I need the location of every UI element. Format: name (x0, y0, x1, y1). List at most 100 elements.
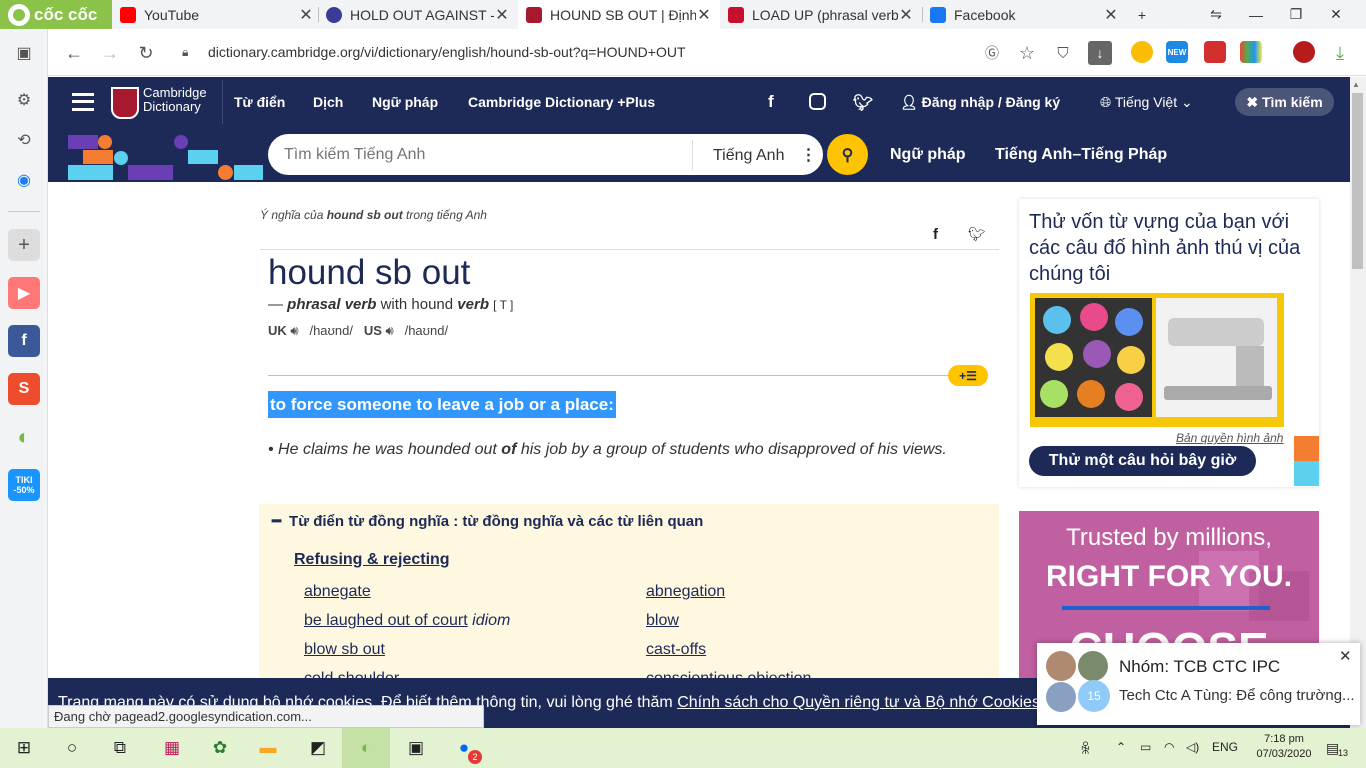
task-view-icon[interactable]: ⧉ (96, 728, 144, 768)
add-app-icon[interactable]: + (8, 229, 40, 261)
file-explorer-icon[interactable]: ▬ (244, 728, 292, 768)
hamburger-menu-icon[interactable] (72, 93, 94, 111)
login-link[interactable]: 👤︎ Đăng nhập / Đăng ký (900, 94, 1060, 111)
tab-facebook[interactable]: Facebook ✕ (922, 0, 1127, 29)
facebook-app-icon[interactable]: f (8, 325, 40, 357)
action-center-icon[interactable]: ▤ 13 (1326, 740, 1348, 758)
search-input[interactable] (284, 145, 684, 164)
shopee-app-icon[interactable]: S (8, 373, 40, 405)
zalo-icon[interactable]: ● 2 (440, 728, 488, 768)
chrome-ext-icon[interactable] (1131, 41, 1153, 63)
thesaurus-word[interactable]: abnegate (304, 583, 371, 601)
close-icon[interactable]: ✕ (1103, 5, 1119, 25)
close-icon[interactable]: ✕ (898, 5, 914, 25)
close-icon[interactable]: ✕ (494, 5, 510, 25)
close-window-icon[interactable]: ✕ (1316, 0, 1356, 29)
translate-icon[interactable]: Ⓖ (980, 41, 1004, 65)
nav-dictionary[interactable]: Từ điển (234, 94, 285, 110)
url-field[interactable]: dictionary.cambridge.org/vi/dictionary/e… (208, 44, 686, 60)
new-ext-icon[interactable]: NEW (1166, 41, 1188, 63)
browser-brand: cốc cốc (34, 4, 98, 24)
app-icon-3[interactable]: ▣ (392, 728, 440, 768)
subnav-grammar[interactable]: Ngữ pháp (890, 146, 966, 164)
coccoc-taskbar-icon[interactable]: ◐ (342, 728, 390, 768)
subnav-english-french[interactable]: Tiếng Anh–Tiếng Pháp (995, 146, 1167, 164)
battery-icon[interactable]: ▭ (1140, 740, 1151, 754)
try-quiz-button[interactable]: Thử một câu hỏi bây giờ (1029, 446, 1256, 476)
close-icon[interactable]: ✕ (298, 5, 314, 25)
reload-icon[interactable]: ↻ (134, 41, 158, 65)
thesaurus-word[interactable]: blow (646, 612, 679, 630)
uk-audio-icon[interactable]: 🔊︎ (290, 323, 298, 338)
color-ext-icon[interactable] (1240, 41, 1262, 63)
language-selector[interactable]: 🌐︎ Tiếng Việt ⌄ (1100, 94, 1193, 111)
language-indicator[interactable]: ENG (1212, 740, 1238, 754)
us-audio-icon[interactable]: 🔊︎ (386, 323, 394, 338)
nav-translate[interactable]: Dịch (313, 94, 343, 110)
site-logo[interactable]: Cambridge Dictionary (143, 86, 207, 114)
tab-hound-sb-out[interactable]: HOUND SB OUT | Định ✕ (518, 0, 720, 29)
thesaurus-word[interactable]: blow sb out (304, 641, 385, 659)
lock-icon[interactable]: 🔒︎ (182, 45, 194, 59)
shield-icon[interactable]: ⛉ (1051, 41, 1075, 65)
share-twitter-icon[interactable]: 🐦︎ (968, 226, 986, 243)
coccoc-app-icon[interactable]: ◐ (8, 421, 40, 453)
close-notification-icon[interactable]: ✕ (1339, 647, 1352, 665)
add-to-wordlist-button[interactable]: +☰ (948, 365, 988, 386)
history-icon[interactable]: ⟲ (8, 124, 40, 156)
app-icon-2[interactable]: ✿ (196, 728, 244, 768)
windows-start-icon[interactable]: ⊞ (0, 728, 48, 768)
thesaurus-heading[interactable]: ━ Từ điển từ đồng nghĩa : từ đồng nghĩa v… (272, 512, 703, 530)
search-circle-icon[interactable]: ○ (48, 728, 96, 768)
red-ext-icon[interactable] (1204, 41, 1226, 63)
tab-youtube[interactable]: YouTube ✕ (112, 0, 322, 29)
new-tab-button[interactable]: + (1122, 0, 1162, 29)
thesaurus-word[interactable]: be laughed out of court (304, 612, 468, 629)
tray-chevron-icon[interactable]: ⌃ (1116, 740, 1126, 754)
volume-icon[interactable]: ◁) (1186, 740, 1199, 754)
share-facebook-icon[interactable]: f (933, 226, 938, 243)
profile-avatar[interactable] (1293, 41, 1315, 63)
app-icon-1[interactable]: ▦ (148, 728, 196, 768)
clock[interactable]: 7:18 pm 07/03/2020 (1254, 732, 1314, 762)
sewing-machine-image[interactable] (1156, 298, 1277, 417)
cookie-policy-link[interactable]: Chính sách cho Quyền riêng tư và Bộ nhớ … (677, 694, 1040, 711)
minimize-icon[interactable]: — (1236, 0, 1276, 29)
sticky-notes-icon[interactable]: ◩ (294, 728, 342, 768)
people-icon[interactable]: ꆜ (1080, 740, 1091, 758)
nav-plus[interactable]: Cambridge Dictionary +Plus (468, 94, 655, 110)
search-button[interactable]: ⚲ (827, 134, 868, 175)
tiki-app-icon[interactable]: TIKI -50% (8, 469, 40, 501)
youtube-app-icon[interactable]: ▶ (8, 277, 40, 309)
bookmark-star-icon[interactable]: ☆ (1015, 41, 1039, 65)
settings-icon[interactable]: ⚙ (8, 84, 40, 116)
breadcrumb-post: trong tiếng Anh (402, 208, 487, 222)
thesaurus-category[interactable]: Refusing & rejecting (294, 551, 450, 569)
nav-grammar[interactable]: Ngữ pháp (372, 94, 438, 110)
tab-load-up[interactable]: LOAD UP (phrasal verb) ✕ (720, 0, 922, 29)
scrollbar-thumb[interactable] (1352, 93, 1363, 269)
back-icon[interactable]: ← (62, 41, 86, 65)
messenger-icon[interactable]: ◉ (8, 164, 40, 196)
search-language-select[interactable]: Tiếng Anh ⋮ (713, 145, 816, 165)
instagram-icon[interactable] (809, 93, 826, 110)
restore-icon[interactable]: ❐ (1276, 0, 1316, 29)
tab-hold-out[interactable]: HOLD OUT AGAINST - Đ ✕ (318, 0, 518, 29)
search-toggle-button[interactable]: ✖ Tìm kiếm (1235, 88, 1334, 116)
image-credit-link[interactable]: Bản quyền hình ảnh (1176, 431, 1283, 445)
twitter-icon[interactable]: 🐦︎ (853, 93, 873, 113)
download-icon[interactable]: ⤓ (1328, 41, 1352, 65)
facebook-icon[interactable]: f (768, 92, 774, 112)
tab-search-icon[interactable]: ⇋ (1196, 0, 1236, 29)
thesaurus-word-idiom[interactable]: be laughed out of court idiom (304, 612, 510, 630)
download-video-icon[interactable]: ↓ (1088, 41, 1112, 65)
thesaurus-word[interactable]: abnegation (646, 583, 725, 601)
coccoc-menu-button[interactable]: cốc cốc (0, 0, 112, 29)
scroll-up-icon[interactable]: ▲ (1352, 80, 1360, 89)
wifi-icon[interactable]: ◠ (1164, 740, 1174, 754)
close-icon[interactable]: ✕ (696, 5, 712, 25)
forward-icon[interactable]: → (98, 41, 122, 65)
sidebar-toggle-icon[interactable]: ▣ (8, 37, 40, 69)
paint-palette-image[interactable] (1035, 298, 1152, 417)
thesaurus-word[interactable]: cast-offs (646, 641, 706, 659)
